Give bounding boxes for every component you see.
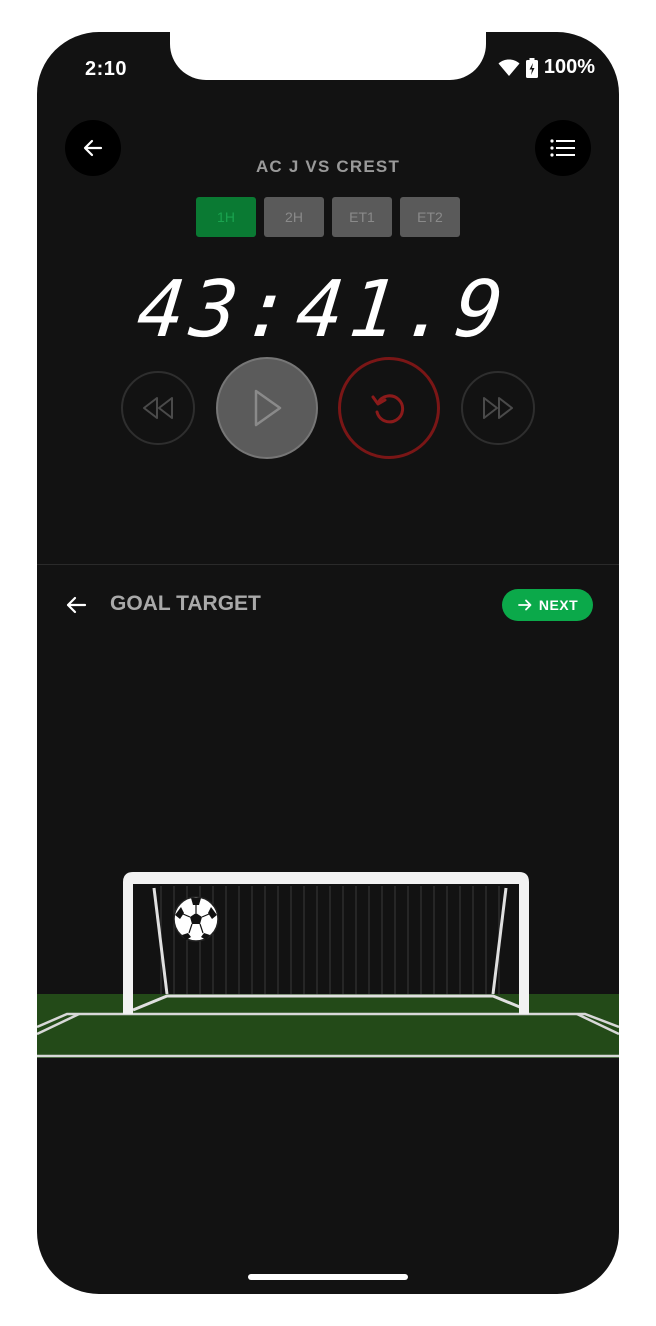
home-indicator[interactable] <box>248 1274 408 1280</box>
clock-readout: 43:41.9 <box>133 264 513 344</box>
section-divider <box>37 564 619 565</box>
fast-forward-icon <box>483 397 513 419</box>
status-icons: 100% <box>498 56 595 79</box>
rewind-icon <box>143 397 173 419</box>
tab-1h[interactable]: 1H <box>196 197 256 237</box>
battery-icon <box>525 57 538 78</box>
reset-icon <box>371 394 405 424</box>
section-title: GOAL TARGET <box>110 592 261 615</box>
reset-button[interactable] <box>338 357 440 459</box>
camera-notch <box>170 32 486 80</box>
goal-net <box>160 886 500 996</box>
tab-2h[interactable]: 2H <box>264 197 324 237</box>
arrow-right-icon <box>517 599 532 611</box>
play-button[interactable] <box>216 357 318 459</box>
phone-screen: 2:10 100% AC J VS CREST 1H 2H ET1 ET2 43 <box>37 32 619 1294</box>
rewind-button[interactable] <box>121 371 195 445</box>
fast-forward-button[interactable] <box>461 371 535 445</box>
next-label: NEXT <box>538 597 579 613</box>
status-time: 2:10 <box>85 58 128 80</box>
goal-target[interactable] <box>37 862 619 1062</box>
battery-percent: 100% <box>543 56 595 78</box>
play-icon <box>254 389 282 427</box>
next-button[interactable]: NEXT <box>502 589 593 621</box>
goal-frame <box>123 872 529 1014</box>
section-back-button[interactable] <box>63 592 89 618</box>
period-tabs: 1H 2H ET1 ET2 <box>196 197 460 237</box>
list-icon <box>550 139 575 157</box>
tab-et2[interactable]: ET2 <box>400 197 460 237</box>
soccer-ball-icon[interactable] <box>173 896 219 942</box>
match-clock: 43:41.9 <box>133 264 513 344</box>
playback-controls <box>37 357 619 461</box>
tab-et1[interactable]: ET1 <box>332 197 392 237</box>
wifi-icon <box>498 59 520 76</box>
match-title: AC J VS CREST <box>255 157 401 176</box>
